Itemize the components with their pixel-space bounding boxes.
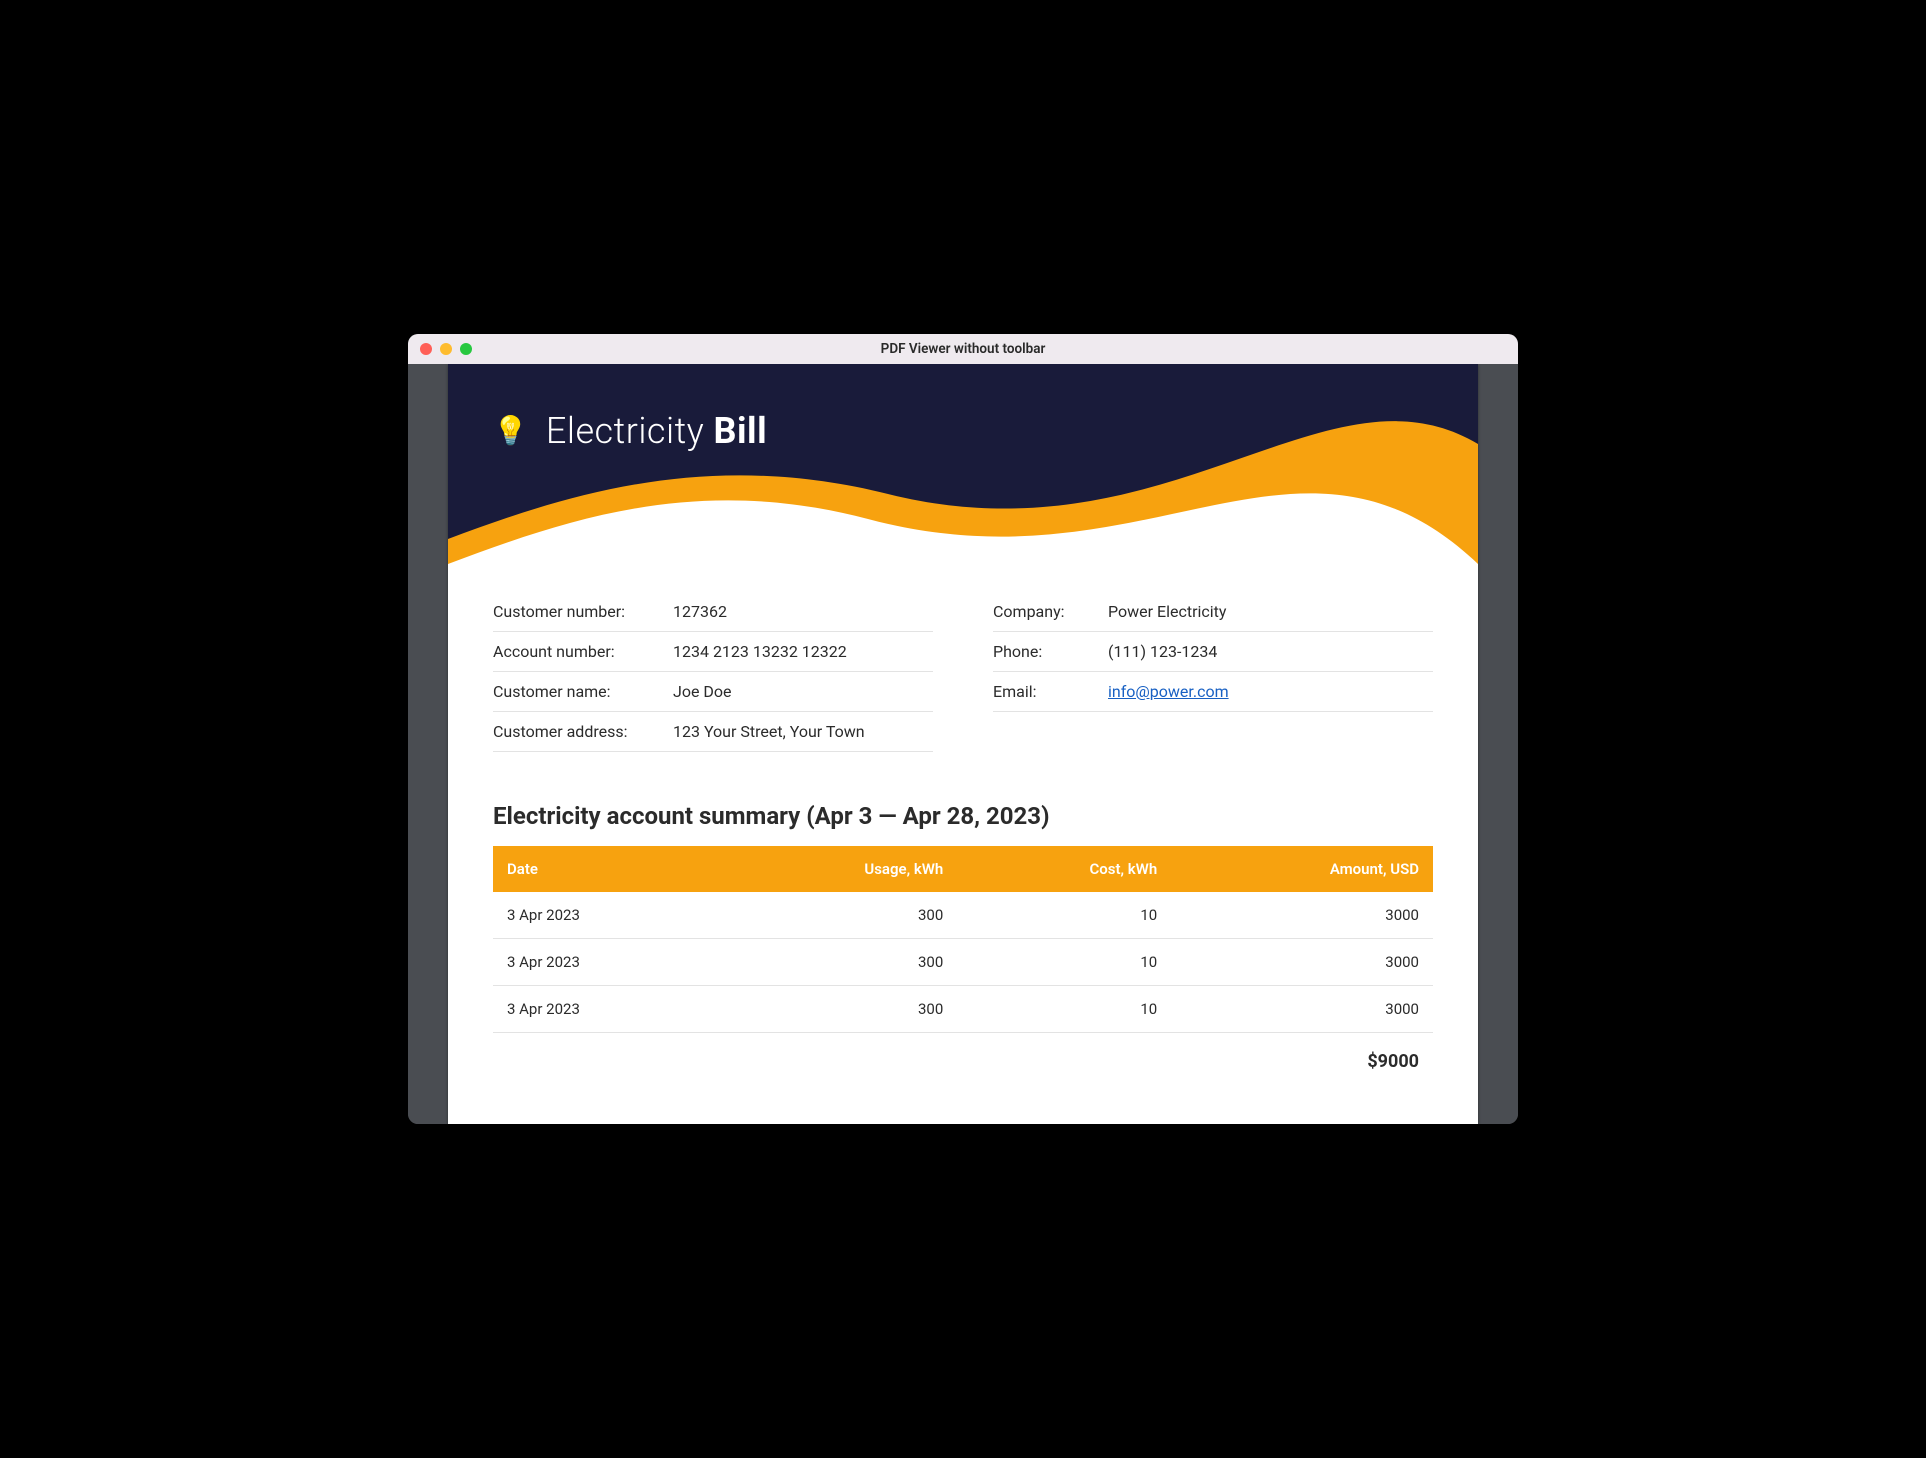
info-label: Customer number: bbox=[493, 602, 673, 621]
cell-cost: 10 bbox=[957, 892, 1171, 939]
info-value: 123 Your Street, Your Town bbox=[673, 722, 933, 741]
col-date: Date bbox=[493, 846, 718, 892]
total-row: $9000 bbox=[493, 1033, 1433, 1087]
info-value: (111) 123-1234 bbox=[1108, 642, 1433, 661]
customer-info: Customer number: 127362 Account number: … bbox=[493, 592, 933, 752]
minimize-icon[interactable] bbox=[440, 343, 452, 355]
company-info: Company: Power Electricity Phone: (111) … bbox=[993, 592, 1433, 752]
cell-amount: 3000 bbox=[1171, 986, 1433, 1033]
info-label: Account number: bbox=[493, 642, 673, 661]
lightbulb-icon: 💡 bbox=[493, 417, 528, 445]
cell-usage: 300 bbox=[718, 986, 957, 1033]
info-row: Account number: 1234 2123 13232 12322 bbox=[493, 632, 933, 672]
summary-table-wrap: Date Usage, kWh Cost, kWh Amount, USD 3 … bbox=[448, 846, 1478, 1086]
summary-table: Date Usage, kWh Cost, kWh Amount, USD 3 … bbox=[493, 846, 1433, 1086]
summary-title: Electricity account summary (Apr 3 — Apr… bbox=[448, 752, 1478, 846]
col-amount: Amount, USD bbox=[1171, 846, 1433, 892]
company-email-link[interactable]: info@power.com bbox=[1108, 682, 1229, 701]
table-header-row: Date Usage, kWh Cost, kWh Amount, USD bbox=[493, 846, 1433, 892]
fullscreen-icon[interactable] bbox=[460, 343, 472, 355]
titlebar[interactable]: PDF Viewer without toolbar bbox=[408, 334, 1518, 364]
col-cost: Cost, kWh bbox=[957, 846, 1171, 892]
cell-usage: 300 bbox=[718, 939, 957, 986]
cell-cost: 10 bbox=[957, 986, 1171, 1033]
cell-amount: 3000 bbox=[1171, 892, 1433, 939]
info-label: Company: bbox=[993, 602, 1108, 621]
info-section: Customer number: 127362 Account number: … bbox=[448, 564, 1478, 752]
total-amount: $9000 bbox=[1171, 1033, 1433, 1087]
cell-usage: 300 bbox=[718, 892, 957, 939]
bill-title-block: 💡 Electricity Bill bbox=[493, 410, 767, 452]
info-label: Phone: bbox=[993, 642, 1108, 661]
table-row: 3 Apr 2023 300 10 3000 bbox=[493, 892, 1433, 939]
col-usage: Usage, kWh bbox=[718, 846, 957, 892]
info-value: 127362 bbox=[673, 602, 933, 621]
table-row: 3 Apr 2023 300 10 3000 bbox=[493, 939, 1433, 986]
info-value: 1234 2123 13232 12322 bbox=[673, 642, 933, 661]
info-label: Customer name: bbox=[493, 682, 673, 701]
cell-date: 3 Apr 2023 bbox=[493, 986, 718, 1033]
info-row: Email: info@power.com bbox=[993, 672, 1433, 712]
info-label: Email: bbox=[993, 682, 1108, 701]
bill-header: 💡 Electricity Bill bbox=[448, 364, 1478, 564]
info-row: Phone: (111) 123-1234 bbox=[993, 632, 1433, 672]
pdf-viewer[interactable]: 💡 Electricity Bill Customer number: 1273… bbox=[408, 364, 1518, 1124]
pdf-page: 💡 Electricity Bill Customer number: 1273… bbox=[448, 364, 1478, 1124]
bill-title-prefix: Electricity bbox=[546, 410, 714, 452]
table-row: 3 Apr 2023 300 10 3000 bbox=[493, 986, 1433, 1033]
info-row: Customer address: 123 Your Street, Your … bbox=[493, 712, 933, 752]
app-window: PDF Viewer without toolbar 💡 Electricity… bbox=[408, 334, 1518, 1124]
info-value: Power Electricity bbox=[1108, 602, 1433, 621]
window-title: PDF Viewer without toolbar bbox=[408, 341, 1518, 357]
info-row: Company: Power Electricity bbox=[993, 592, 1433, 632]
bill-title: Electricity Bill bbox=[546, 410, 767, 452]
cell-cost: 10 bbox=[957, 939, 1171, 986]
cell-date: 3 Apr 2023 bbox=[493, 892, 718, 939]
cell-amount: 3000 bbox=[1171, 939, 1433, 986]
bill-title-bold: Bill bbox=[714, 410, 768, 452]
info-value: Joe Doe bbox=[673, 682, 933, 701]
close-icon[interactable] bbox=[420, 343, 432, 355]
header-wave-graphic bbox=[448, 364, 1478, 564]
cell-date: 3 Apr 2023 bbox=[493, 939, 718, 986]
info-row: Customer name: Joe Doe bbox=[493, 672, 933, 712]
info-value: info@power.com bbox=[1108, 682, 1433, 701]
traffic-lights bbox=[408, 343, 472, 355]
info-label: Customer address: bbox=[493, 722, 673, 741]
info-row: Customer number: 127362 bbox=[493, 592, 933, 632]
